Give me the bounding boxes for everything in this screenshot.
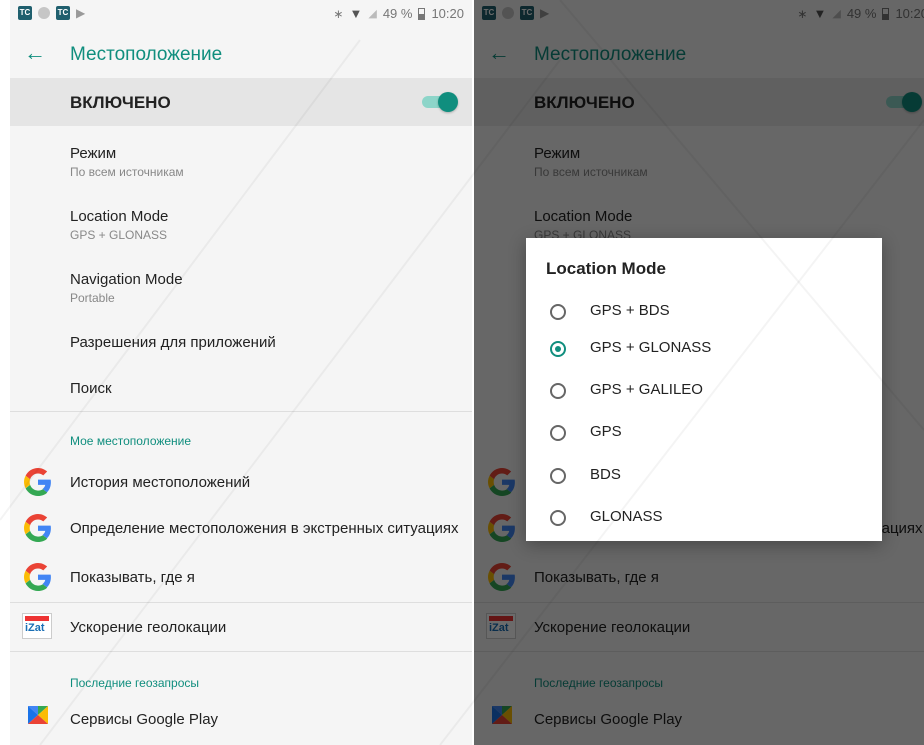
- location-mode-dialog: Location Mode GPS + BDS GPS + GLONASS GP…: [526, 238, 882, 541]
- radio-unchecked-icon[interactable]: [550, 468, 566, 484]
- option-label: GPS + GLONASS: [590, 339, 712, 356]
- qualcomm-izat-icon: iZat: [22, 613, 52, 639]
- page-title: Местоположение: [70, 44, 223, 65]
- battery-icon: [418, 7, 426, 20]
- google-play-services-icon: [28, 706, 48, 724]
- location-master-switch[interactable]: ВКЛЮЧЕНО: [10, 78, 472, 126]
- app-notification-icon: TC: [56, 6, 70, 20]
- play-notification-icon: ▶: [76, 6, 86, 20]
- location-settings-screen: TC TC ▶ ∗ ▼ ◢ 49 % 10:20 ← Местоположени…: [10, 0, 472, 745]
- divider: [10, 602, 472, 603]
- radio-option-gps-glonass[interactable]: GPS + GLONASS: [550, 339, 850, 363]
- battery-percent: 49 %: [382, 6, 413, 21]
- setting-title: Режим: [70, 145, 117, 162]
- list-item-emergency-location[interactable]: Определение местоположения в экстренных …: [70, 520, 459, 537]
- radio-unchecked-icon[interactable]: [550, 304, 566, 320]
- clock: 10:20: [431, 6, 464, 21]
- option-label: GLONASS: [590, 508, 663, 525]
- status-bar: TC TC ▶ ∗ ▼ ◢ 49 % 10:20: [10, 0, 472, 28]
- google-g-icon: [24, 468, 51, 496]
- setting-app-permissions[interactable]: Разрешения для приложений: [70, 334, 276, 351]
- switch-label: ВКЛЮЧЕНО: [70, 93, 171, 112]
- comparison-view: TC TC ▶ ∗ ▼ ◢ 49 % 10:20 ← Местоположени…: [0, 0, 924, 745]
- option-label: GPS + BDS: [590, 302, 670, 319]
- radio-option-bds[interactable]: BDS: [550, 466, 850, 490]
- radio-checked-icon[interactable]: [550, 341, 566, 357]
- radio-option-gps-bds[interactable]: GPS + BDS: [550, 302, 850, 326]
- location-settings-screen-with-dialog: TC TC ▶ ∗ ▼ ◢ 49 % 10:20 ← Местоположени…: [474, 0, 924, 745]
- app-bar: ← Местоположение: [10, 28, 472, 84]
- setting-subtitle: Portable: [70, 291, 115, 305]
- signal-icon: ◢: [368, 8, 377, 20]
- list-item-show-where-i-am[interactable]: Показывать, где я: [70, 569, 195, 586]
- divider: [10, 651, 472, 652]
- bluetooth-icon: ∗: [333, 6, 344, 21]
- google-g-icon: [24, 563, 51, 591]
- setting-search[interactable]: Поиск: [70, 380, 112, 397]
- setting-title: Navigation Mode: [70, 271, 183, 288]
- section-header-recent-requests: Последние геозапросы: [70, 676, 200, 690]
- setting-location-mode[interactable]: Location Mode GPS + GLONASS: [70, 208, 168, 242]
- dot-notification-icon: [38, 7, 50, 19]
- list-item-location-history[interactable]: История местоположений: [70, 474, 250, 491]
- setting-navigation-mode[interactable]: Navigation Mode Portable: [70, 271, 183, 305]
- setting-title: Поиск: [70, 380, 112, 397]
- back-arrow-icon[interactable]: ←: [24, 40, 46, 66]
- option-label: GPS + GALILEO: [590, 381, 703, 398]
- option-label: BDS: [590, 466, 621, 483]
- wifi-icon: ▼: [349, 6, 363, 21]
- app-notification-icon: TC: [18, 6, 32, 20]
- toggle-switch[interactable]: [422, 92, 458, 112]
- list-item-google-play-services[interactable]: Сервисы Google Play: [70, 711, 218, 728]
- radio-option-gps-galileo[interactable]: GPS + GALILEO: [550, 381, 850, 405]
- radio-option-gps[interactable]: GPS: [550, 423, 850, 447]
- section-header-my-location: Мое местоположение: [70, 434, 192, 448]
- divider: [10, 411, 472, 412]
- setting-subtitle: GPS + GLONASS: [70, 228, 168, 242]
- setting-title: Location Mode: [70, 208, 169, 225]
- radio-option-glonass[interactable]: GLONASS: [550, 508, 850, 532]
- setting-mode[interactable]: Режим По всем источникам: [70, 145, 184, 179]
- option-label: GPS: [590, 423, 622, 440]
- radio-unchecked-icon[interactable]: [550, 510, 566, 526]
- google-g-icon: [24, 514, 51, 542]
- setting-subtitle: По всем источникам: [70, 165, 184, 179]
- radio-unchecked-icon[interactable]: [550, 383, 566, 399]
- dialog-title: Location Mode: [546, 259, 666, 278]
- setting-title: Разрешения для приложений: [70, 334, 276, 351]
- radio-unchecked-icon[interactable]: [550, 425, 566, 441]
- list-item-geolocation-acceleration[interactable]: Ускорение геолокации: [70, 619, 226, 636]
